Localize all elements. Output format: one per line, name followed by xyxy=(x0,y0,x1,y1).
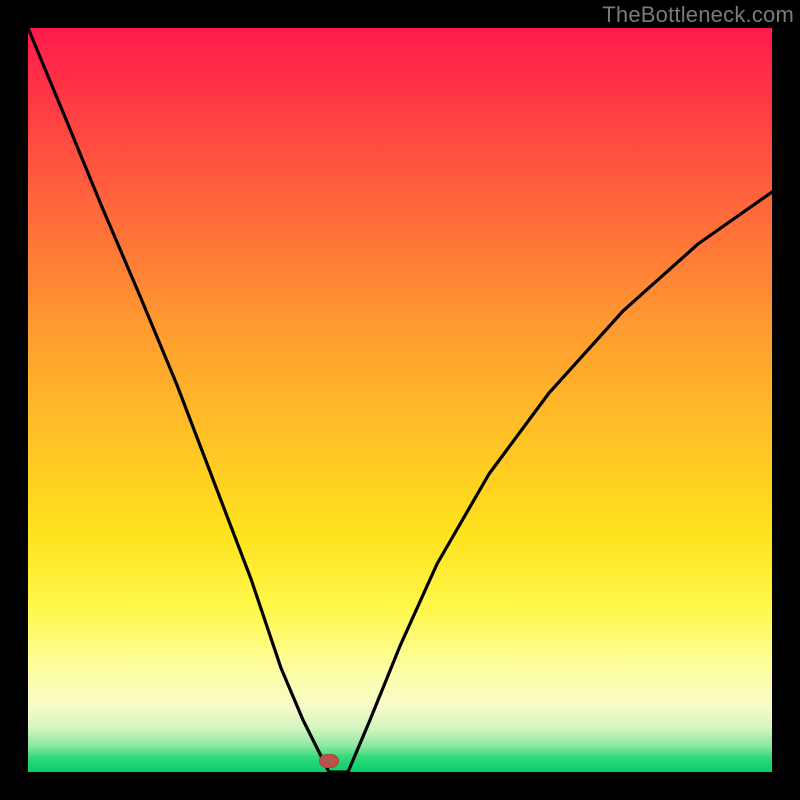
bottleneck-curve xyxy=(28,28,772,772)
plot-area xyxy=(28,28,772,772)
watermark-text: TheBottleneck.com xyxy=(602,2,794,28)
optimal-marker-icon xyxy=(319,754,339,768)
chart-frame: TheBottleneck.com xyxy=(0,0,800,800)
